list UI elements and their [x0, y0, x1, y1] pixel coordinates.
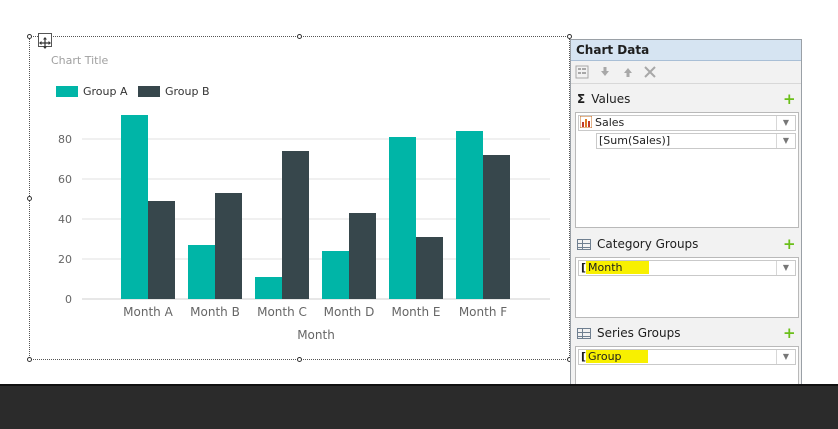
bar-group-a[interactable] [389, 137, 416, 299]
properties-icon[interactable] [575, 65, 589, 79]
legend-swatch [138, 86, 160, 97]
grid-icon [577, 328, 591, 339]
bar-group-b[interactable] [215, 193, 242, 299]
y-axis: 0 20 40 60 80 [58, 133, 72, 306]
x-tick-label: Month C [257, 305, 307, 319]
x-tick-label: Month E [391, 305, 440, 319]
chevron-down-icon[interactable]: ▼ [776, 134, 795, 148]
x-axis-title: Month [297, 328, 335, 342]
move-up-icon[interactable] [621, 65, 635, 79]
chevron-down-icon[interactable]: ▼ [776, 116, 795, 130]
y-tick-label: 0 [65, 293, 72, 306]
bar-group-b[interactable] [416, 237, 443, 299]
bar-group-b[interactable] [349, 213, 376, 299]
bar-chart-icon [579, 115, 593, 132]
category-field-month[interactable]: [Month ▼ [578, 260, 796, 276]
bar-group-a[interactable] [322, 251, 349, 299]
series-field-group[interactable]: [Group ▼ [578, 349, 796, 365]
value-field-label: Sales [595, 116, 625, 129]
bar-group-b[interactable] [282, 151, 309, 299]
grid-icon [577, 239, 591, 250]
taskbar [0, 384, 838, 429]
bar-group-b[interactable] [148, 201, 175, 299]
y-tick-label: 80 [58, 133, 72, 146]
legend-label: Group B [165, 85, 210, 98]
y-tick-label: 40 [58, 213, 72, 226]
sigma-icon: Σ [577, 92, 586, 106]
x-tick-label: Month F [459, 305, 507, 319]
legend-swatch [56, 86, 78, 97]
series-groups-title: Series Groups [577, 325, 681, 341]
x-axis: Month A Month B Month C Month D Month E Month… [123, 305, 507, 319]
bar-chart[interactable]: Chart Title Group A Group B 0 20 40 60 80 Mon… [0, 0, 570, 360]
y-tick-label: 60 [58, 173, 72, 186]
bar-group-a[interactable] [456, 131, 483, 299]
x-tick-label: Month A [123, 305, 173, 319]
add-category-plus-icon[interactable]: + [783, 237, 796, 252]
category-groups-title: Category Groups [577, 236, 698, 252]
add-series-plus-icon[interactable]: + [783, 326, 796, 341]
values-box[interactable]: Sales ▼ [Sum(Sales)] ▼ [575, 112, 799, 228]
chart-data-panel: Chart Data Σ Values + Sales ▼ [Sum(Sales)… [570, 39, 802, 408]
x-tick-label: Month B [190, 305, 240, 319]
bar-group-a[interactable] [121, 115, 148, 299]
bar-group-b[interactable] [483, 155, 510, 299]
value-field-sales[interactable]: Sales ▼ [578, 115, 796, 131]
bars [121, 115, 510, 299]
y-tick-label: 20 [58, 253, 72, 266]
series-field-label: Group [586, 350, 648, 363]
panel-title: Chart Data [571, 40, 801, 61]
panel-toolbar [571, 61, 801, 84]
legend-label: Group A [83, 85, 128, 98]
category-field-label: Month [586, 261, 649, 274]
category-groups-box[interactable]: [Month ▼ [575, 257, 799, 318]
chevron-down-icon[interactable]: ▼ [776, 350, 795, 364]
chevron-down-icon[interactable]: ▼ [776, 261, 795, 275]
bar-group-a[interactable] [188, 245, 215, 299]
values-section-title: Σ Values [577, 92, 631, 106]
value-expression[interactable]: [Sum(Sales)] ▼ [596, 133, 796, 149]
x-tick-label: Month D [324, 305, 375, 319]
add-value-plus-icon[interactable]: + [783, 92, 796, 107]
bar-group-a[interactable] [255, 277, 282, 299]
value-expression-text: [Sum(Sales)] [599, 134, 671, 147]
chart-legend: Group A Group B [56, 85, 210, 98]
move-down-icon[interactable] [598, 65, 612, 79]
chart-title[interactable]: Chart Title [51, 54, 109, 67]
delete-icon[interactable] [643, 65, 657, 79]
